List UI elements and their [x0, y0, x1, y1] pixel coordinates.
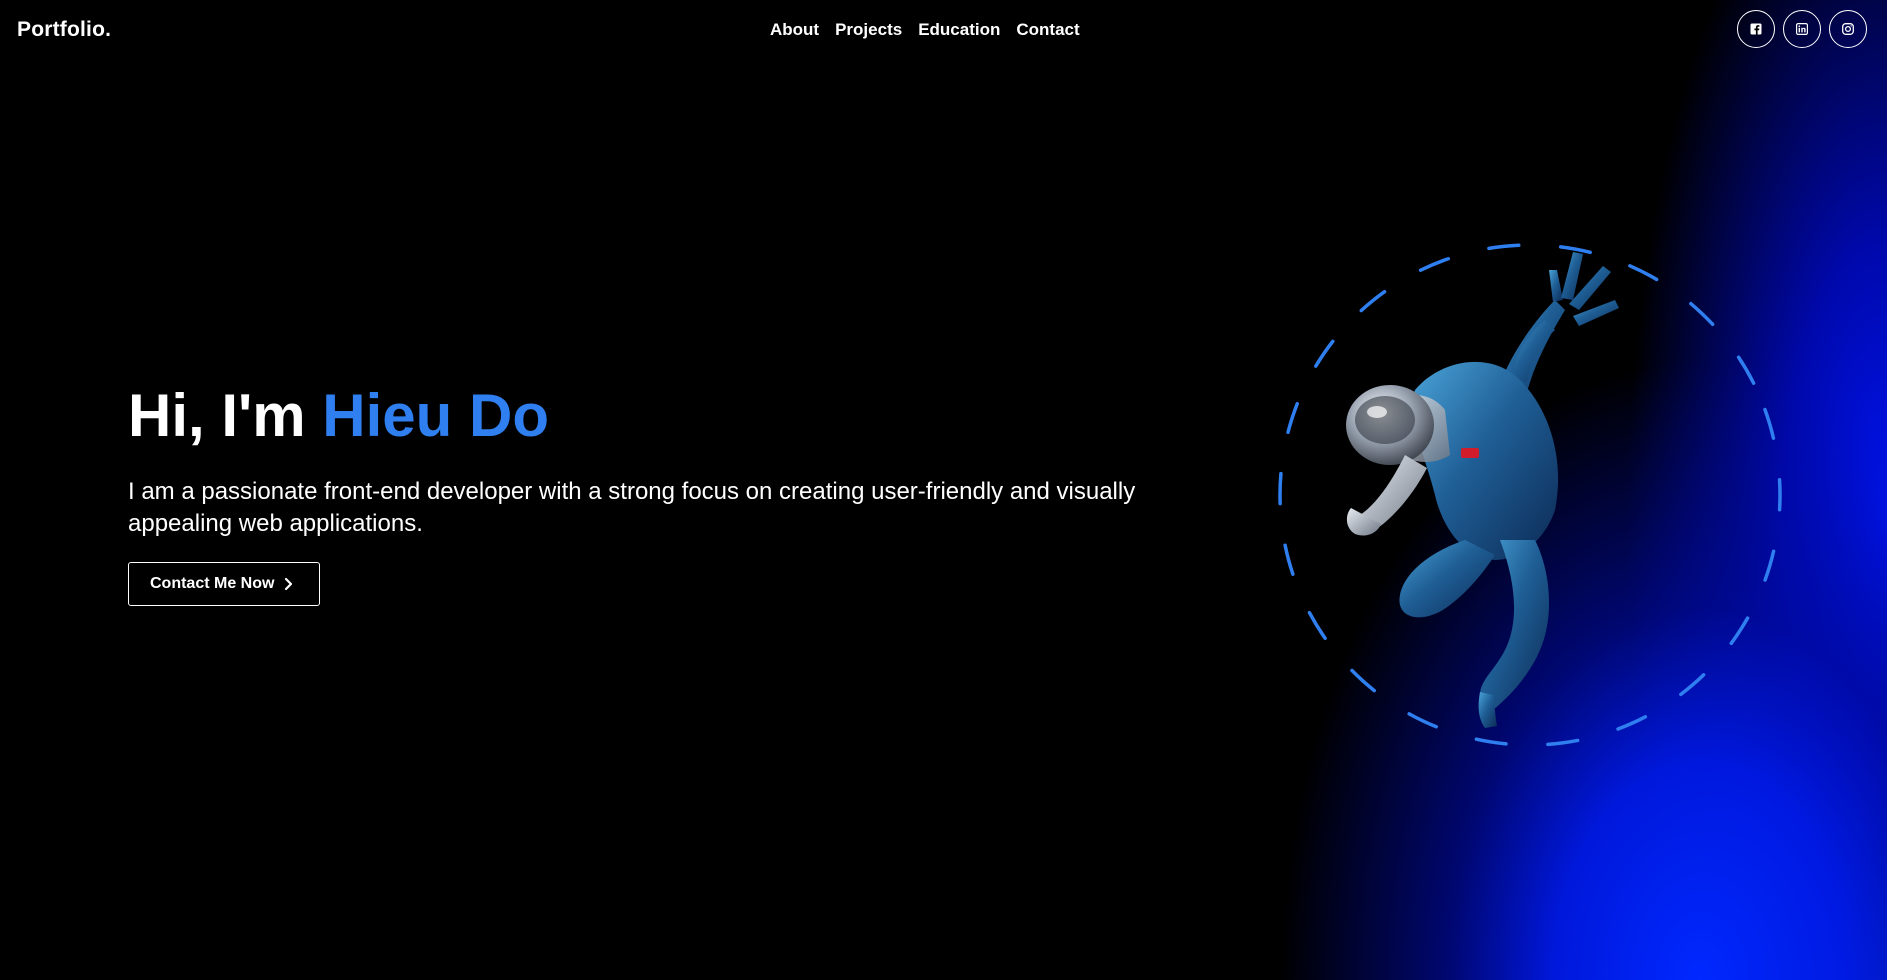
facebook-icon — [1750, 23, 1762, 35]
main-nav: About Projects Education Contact — [770, 20, 1080, 40]
chevron-right-icon — [285, 577, 293, 591]
facebook-button[interactable] — [1737, 10, 1775, 48]
nav-link-education[interactable]: Education — [918, 20, 1000, 40]
nav-link-projects[interactable]: Projects — [835, 20, 902, 40]
page: Portfolio. About Projects Education Cont… — [0, 0, 1887, 980]
nav-link-about[interactable]: About — [770, 20, 819, 40]
jumping-hero-figure-icon — [1278, 243, 1782, 747]
brand-logo[interactable]: Portfolio. — [17, 18, 111, 42]
social-links — [1737, 10, 1867, 48]
instagram-icon — [1842, 23, 1854, 35]
linkedin-icon — [1796, 23, 1808, 35]
hero-section: Hi, I'm Hieu Do I am a passionate front-… — [128, 382, 1148, 606]
instagram-button[interactable] — [1829, 10, 1867, 48]
hero-illustration — [1265, 240, 1785, 760]
contact-me-button[interactable]: Contact Me Now — [128, 562, 321, 606]
hero-name: Hieu Do — [322, 382, 549, 449]
hero-heading: Hi, I'm Hieu Do — [128, 382, 1148, 450]
contact-me-label: Contact Me Now — [150, 575, 275, 592]
nav-link-contact[interactable]: Contact — [1016, 20, 1079, 40]
top-navbar: Portfolio. About Projects Education Cont… — [0, 0, 1887, 62]
hero-description: I am a passionate front-end developer wi… — [128, 478, 1136, 537]
hero-greeting: Hi, I'm — [128, 382, 323, 449]
linkedin-button[interactable] — [1783, 10, 1821, 48]
